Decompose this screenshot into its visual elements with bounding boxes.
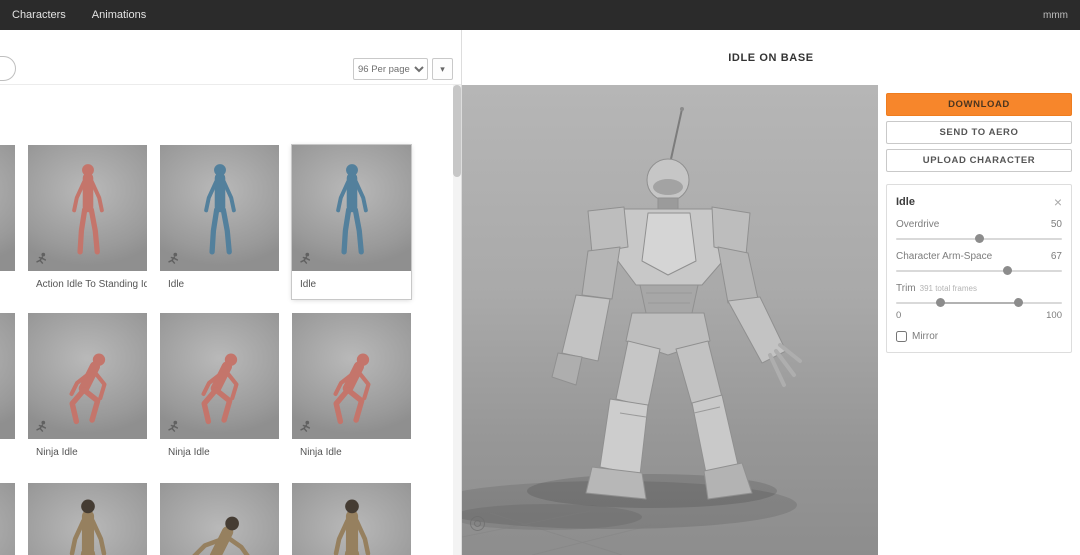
animation-type-icon <box>36 252 47 264</box>
account-menu[interactable]: mmm <box>1043 10 1068 21</box>
upload-character-button[interactable]: UPLOAD CHARACTER <box>886 149 1072 172</box>
search-input[interactable] <box>0 56 16 81</box>
arm-space-slider-track[interactable] <box>896 266 1062 275</box>
download-button[interactable]: DOWNLOAD <box>886 93 1072 116</box>
animation-thumbnail <box>28 313 147 439</box>
settings-panel-title: Idle <box>896 196 915 208</box>
animation-thumbnail <box>0 145 15 271</box>
animation-type-icon <box>300 420 311 432</box>
animation-card-label <box>0 439 15 467</box>
animation-type-icon <box>168 420 179 432</box>
character-figure <box>42 335 134 431</box>
send-to-aero-button[interactable]: SEND TO AERO <box>886 121 1072 144</box>
animation-card[interactable] <box>28 483 147 555</box>
download-sidebar: DOWNLOAD SEND TO AERO UPLOAD CHARACTER I… <box>878 85 1080 555</box>
animation-type-icon <box>300 252 311 264</box>
top-navbar: Characters Animations mmm <box>0 0 1080 30</box>
animation-card-label: Ninja Idle <box>28 439 147 467</box>
animation-card[interactable] <box>160 483 279 555</box>
character-figure <box>314 493 390 555</box>
per-page-select[interactable]: 96 Per page <box>353 58 428 80</box>
animation-card-selected[interactable]: Idle <box>291 144 412 300</box>
animation-thumbnail <box>160 313 279 439</box>
animation-card-label: Ninja Idle <box>160 439 279 467</box>
trim-min-label: 0 <box>896 310 902 321</box>
animation-card[interactable] <box>0 483 15 555</box>
current-animation-title: IDLE ON BASE <box>728 51 814 64</box>
overdrive-slider-block: Overdrive 50 <box>896 219 1062 243</box>
animation-thumbnail <box>0 483 15 555</box>
mirror-label: Mirror <box>912 331 939 342</box>
animation-settings-panel: Idle × Overdrive 50 Character Arm-Space … <box>886 184 1072 353</box>
overdrive-slider-track[interactable] <box>896 234 1062 243</box>
animation-thumbnail <box>292 145 411 271</box>
animation-card[interactable]: Ninja Idle <box>160 313 279 467</box>
3d-viewport[interactable] <box>462 85 878 555</box>
animation-card-label: Ninja Idle <box>292 439 411 467</box>
character-figure <box>50 493 126 555</box>
preview-header: IDLE ON BASE <box>462 30 1080 85</box>
nav-characters[interactable]: Characters <box>12 9 66 21</box>
animation-thumbnail <box>292 483 411 555</box>
overdrive-label: Overdrive <box>896 219 940 230</box>
trim-slider-block: Trim 391 total frames 0 100 <box>896 283 1062 321</box>
character-figure <box>55 157 121 261</box>
character-figure <box>319 157 385 261</box>
trim-slider-track[interactable] <box>896 298 1062 307</box>
mixamo-app: Characters Animations mmm 96 Per page ▾ <box>0 0 1080 555</box>
character-figure <box>306 335 398 431</box>
arm-space-slider-block: Character Arm-Space 67 <box>896 251 1062 275</box>
animation-card-label: Idle <box>292 271 411 299</box>
list-scrollbar-thumb[interactable] <box>453 85 461 177</box>
per-page-dropdown-button[interactable]: ▾ <box>432 58 453 80</box>
trim-slider-handle-end[interactable] <box>1014 298 1024 307</box>
trim-frames-note: 391 total frames <box>919 284 977 293</box>
animation-card[interactable] <box>0 145 15 299</box>
mirror-checkbox[interactable] <box>896 331 907 342</box>
arm-space-slider-handle[interactable] <box>1002 266 1012 275</box>
animation-thumbnail <box>160 145 279 271</box>
animation-card-label: Idle <box>160 271 279 299</box>
arm-space-value: 67 <box>1050 251 1062 262</box>
nav-animations[interactable]: Animations <box>92 9 146 21</box>
animation-card[interactable]: Ninja Idle <box>292 313 411 467</box>
trim-slider-fill <box>940 302 1019 304</box>
mirror-option: Mirror <box>896 331 1062 342</box>
animation-thumbnail <box>28 145 147 271</box>
animation-card[interactable]: Idle <box>160 145 279 299</box>
trim-label: Trim <box>896 283 916 294</box>
animation-thumbnail <box>28 483 147 555</box>
character-figure <box>174 335 266 431</box>
trim-slider-handle-start[interactable] <box>936 298 946 307</box>
overdrive-slider-handle[interactable] <box>974 234 984 243</box>
animation-thumbnail <box>160 483 279 555</box>
animation-card[interactable] <box>0 313 15 467</box>
character-figure <box>187 157 253 261</box>
animation-thumbnail <box>0 313 15 439</box>
animation-card[interactable]: Ninja Idle <box>28 313 147 467</box>
arm-space-label: Character Arm-Space <box>896 251 993 262</box>
animation-card[interactable] <box>292 483 411 555</box>
animation-card-label <box>0 271 15 299</box>
animation-type-icon <box>36 420 47 432</box>
list-toolbar: 96 Per page ▾ <box>0 30 461 85</box>
overdrive-value: 50 <box>1050 219 1062 230</box>
close-icon[interactable]: × <box>1054 195 1062 209</box>
trim-max-label: 100 <box>1046 310 1062 321</box>
animation-card[interactable]: Action Idle To Standing Idle <box>28 145 147 299</box>
character-figure <box>167 497 273 555</box>
character-figure <box>0 335 2 431</box>
animation-type-icon <box>168 252 179 264</box>
animation-card-label: Action Idle To Standing Idle <box>28 271 147 299</box>
animations-list-panel: 96 Per page ▾ Action Idle To Standing Id… <box>0 30 462 555</box>
camera-reset-icon[interactable] <box>470 516 485 531</box>
list-scrollbar-track <box>453 85 461 555</box>
robot-character <box>462 107 802 555</box>
animation-thumbnail <box>292 313 411 439</box>
